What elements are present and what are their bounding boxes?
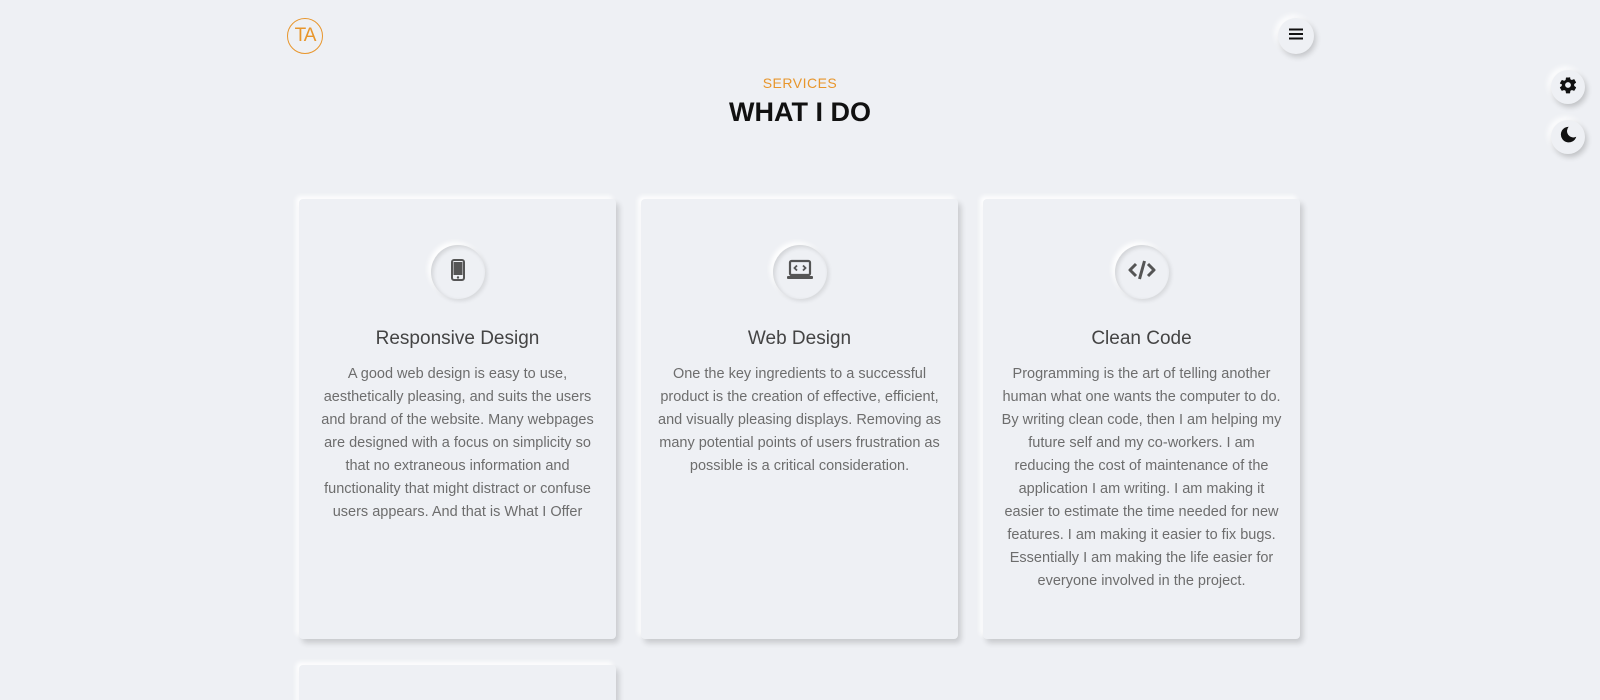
service-title: Clean Code <box>1091 328 1192 349</box>
service-card-responsive-design: Responsive Design A good web design is e… <box>299 199 616 639</box>
service-icon-wrapper <box>772 245 827 299</box>
moon-icon <box>1559 125 1578 149</box>
hamburger-menu-icon <box>1288 27 1304 46</box>
service-description: One the key ingredients to a successful … <box>658 366 941 474</box>
page: TA SERVICES WHAT I DO Responsive Design … <box>0 0 1600 700</box>
service-card-clean-code: Clean Code Programming is the art of tel… <box>983 199 1300 639</box>
service-icon-wrapper <box>430 245 485 299</box>
logo[interactable]: TA <box>287 18 323 54</box>
service-card-partial <box>299 665 616 700</box>
service-card-web-design: Web Design One the key ingredients to a … <box>641 199 958 639</box>
section-title: WHAT I DO <box>729 97 871 127</box>
code-icon <box>1127 260 1157 285</box>
service-title: Responsive Design <box>375 328 540 349</box>
service-description: Programming is the art of telling anothe… <box>1001 366 1282 589</box>
menu-button[interactable] <box>1278 18 1314 54</box>
service-icon-wrapper <box>1114 245 1169 299</box>
section-subtitle: SERVICES <box>762 75 838 91</box>
mobile-phone-icon <box>450 258 465 286</box>
service-description: A good web design is easy to use, aesthe… <box>321 366 594 520</box>
service-title: Web Design <box>747 328 852 349</box>
laptop-code-icon <box>786 259 814 286</box>
